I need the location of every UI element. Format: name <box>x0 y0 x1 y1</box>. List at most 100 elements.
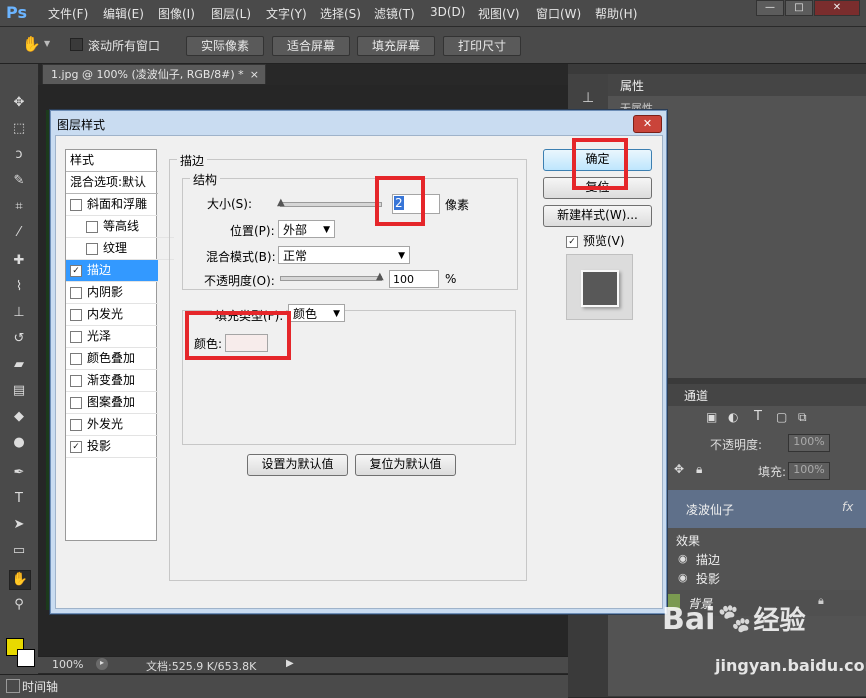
menu-image[interactable]: 图像(I) <box>158 5 195 22</box>
move-tool-icon[interactable]: ✥ <box>9 94 29 112</box>
blend-mode-select[interactable]: 正常 ▼ <box>278 246 410 264</box>
quick-select-tool-icon[interactable]: ✎ <box>9 172 29 190</box>
menu-help[interactable]: 帮助(H) <box>595 5 637 22</box>
eraser-tool-icon[interactable]: ▰ <box>9 356 29 374</box>
type-tool-icon[interactable]: T <box>9 490 29 508</box>
dialog-close-button[interactable]: ✕ <box>633 115 662 133</box>
hand-tool-active-icon[interactable]: ✋ <box>9 570 31 590</box>
filter-shape-icon[interactable]: ▢ <box>776 410 787 424</box>
menu-select[interactable]: 选择(S) <box>320 5 361 22</box>
style-item[interactable]: ✓ 描边 <box>66 260 158 282</box>
print-size-button[interactable]: 打印尺寸 <box>443 36 521 56</box>
reset-default-button[interactable]: 复位为默认值 <box>355 454 456 476</box>
checkbox-icon[interactable] <box>70 286 82 299</box>
zoom-level[interactable]: 100% <box>52 658 83 671</box>
eye-icon[interactable]: ◉ <box>678 552 688 565</box>
set-default-button[interactable]: 设置为默认值 <box>247 454 348 476</box>
checkbox-icon[interactable] <box>70 198 82 211</box>
opacity-input[interactable]: 100 <box>389 270 439 288</box>
opacity-slider[interactable] <box>280 276 382 281</box>
style-item[interactable]: ✓ 投影 <box>66 436 158 458</box>
close-window-icon[interactable]: ✕ <box>814 0 860 16</box>
layer-row-text[interactable]: 凌波仙子 fx <box>664 490 866 528</box>
close-tab-icon[interactable]: × <box>250 65 259 85</box>
checkbox-icon[interactable] <box>86 220 98 233</box>
timeline-label[interactable]: 时间轴 <box>22 678 58 695</box>
menu-window[interactable]: 窗口(W) <box>536 5 581 22</box>
style-item[interactable]: 外发光 <box>66 414 158 436</box>
gradient-tool-icon[interactable]: ▤ <box>9 382 29 400</box>
menu-3d[interactable]: 3D(D) <box>430 5 465 19</box>
document-tab[interactable]: 1.jpg @ 100% (凌波仙子, RGB/8#) * × <box>42 64 266 84</box>
preview-checkbox[interactable]: ✓ <box>566 234 583 248</box>
background-color-swatch[interactable] <box>17 649 35 667</box>
menu-edit[interactable]: 编辑(E) <box>103 5 144 22</box>
menu-layer[interactable]: 图层(L) <box>211 5 251 22</box>
crop-tool-icon[interactable]: ⌗ <box>9 198 29 216</box>
style-item[interactable]: 颜色叠加 <box>66 348 158 370</box>
opacity-slider-thumb-icon[interactable]: ▲ <box>376 271 384 282</box>
zoom-tool-icon[interactable]: ⚲ <box>9 596 29 614</box>
filter-smart-icon[interactable]: ⧉ <box>798 410 807 425</box>
shape-tool-icon[interactable]: ▭ <box>9 542 29 560</box>
eyedropper-tool-icon[interactable]: ⁄ <box>9 224 29 242</box>
fill-screen-button[interactable]: 填充屏幕 <box>357 36 435 56</box>
properties-tab[interactable]: 属性 <box>620 77 644 94</box>
path-select-tool-icon[interactable]: ➤ <box>9 516 29 534</box>
position-select[interactable]: 外部 ▼ <box>278 220 335 238</box>
filter-type-icon[interactable]: T <box>754 409 762 424</box>
fill-type-select[interactable]: 颜色 ▼ <box>288 304 345 322</box>
marquee-tool-icon[interactable]: ⬚ <box>9 120 29 138</box>
style-item[interactable]: 内阴影 <box>66 282 158 304</box>
menu-view[interactable]: 视图(V) <box>478 5 520 22</box>
eye-icon[interactable]: ◉ <box>678 571 688 584</box>
size-slider-thumb-icon[interactable]: ▲ <box>277 197 285 208</box>
scroll-all-checkbox[interactable] <box>70 38 83 51</box>
menu-file[interactable]: 文件(F) <box>48 5 88 22</box>
filter-image-icon[interactable]: ▣ <box>706 410 717 424</box>
checkbox-icon[interactable] <box>70 352 82 365</box>
lasso-tool-icon[interactable]: ↄ <box>9 146 29 164</box>
brush-tool-icon[interactable]: ⌇ <box>9 278 29 296</box>
checkbox-icon[interactable] <box>86 242 98 255</box>
menu-type[interactable]: 文字(Y) <box>266 5 307 22</box>
layer-opacity-value[interactable]: 100% <box>788 434 830 452</box>
checkbox-icon[interactable] <box>70 330 82 343</box>
style-item[interactable]: 图案叠加 <box>66 392 158 414</box>
chevron-down-icon[interactable]: ▼ <box>44 39 50 48</box>
dodge-tool-icon[interactable]: ● <box>9 434 29 452</box>
size-slider[interactable] <box>280 202 382 207</box>
menu-filter[interactable]: 滤镜(T) <box>374 5 415 22</box>
styles-header[interactable]: 样式 <box>66 150 158 172</box>
blend-options-item[interactable]: 混合选项:默认 <box>66 172 158 194</box>
checkbox-icon[interactable] <box>70 396 82 409</box>
fx-icon[interactable]: fx <box>842 500 853 514</box>
hand-tool-icon[interactable]: ✋ <box>22 35 41 53</box>
dock-stamp-icon[interactable]: ⊥ <box>582 90 594 106</box>
style-item[interactable]: 纹理 <box>66 238 174 260</box>
healing-brush-icon[interactable]: ✚ <box>9 252 29 270</box>
checkbox-icon[interactable] <box>70 418 82 431</box>
actual-pixels-button[interactable]: 实际像素 <box>186 36 264 56</box>
checkbox-icon[interactable]: ✓ <box>70 440 82 453</box>
effect-shadow[interactable]: 投影 <box>696 570 720 587</box>
style-item[interactable]: 等高线 <box>66 216 174 238</box>
effect-stroke[interactable]: 描边 <box>696 551 720 568</box>
style-item[interactable]: 斜面和浮雕 <box>66 194 158 216</box>
new-style-button[interactable]: 新建样式(W)... <box>543 205 652 227</box>
channels-tab[interactable]: 通道 <box>684 387 708 404</box>
stamp-tool-icon[interactable]: ⊥ <box>9 304 29 322</box>
timeline-icon[interactable] <box>6 679 20 693</box>
minimize-icon[interactable]: — <box>756 0 784 16</box>
pen-tool-icon[interactable]: ✒ <box>9 464 29 482</box>
fit-screen-button[interactable]: 适合屏幕 <box>272 36 350 56</box>
style-item[interactable]: 内发光 <box>66 304 158 326</box>
checkbox-icon[interactable]: ✓ <box>70 264 82 277</box>
checkbox-icon[interactable] <box>70 374 82 387</box>
status-menu-icon[interactable]: ▸ <box>96 658 108 670</box>
style-item[interactable]: 光泽 <box>66 326 158 348</box>
history-brush-icon[interactable]: ↺ <box>9 330 29 348</box>
maximize-icon[interactable]: □ <box>785 0 813 16</box>
status-arrow-icon[interactable]: ▶ <box>286 658 294 669</box>
lock-position-icon[interactable]: ✥ <box>674 462 684 476</box>
